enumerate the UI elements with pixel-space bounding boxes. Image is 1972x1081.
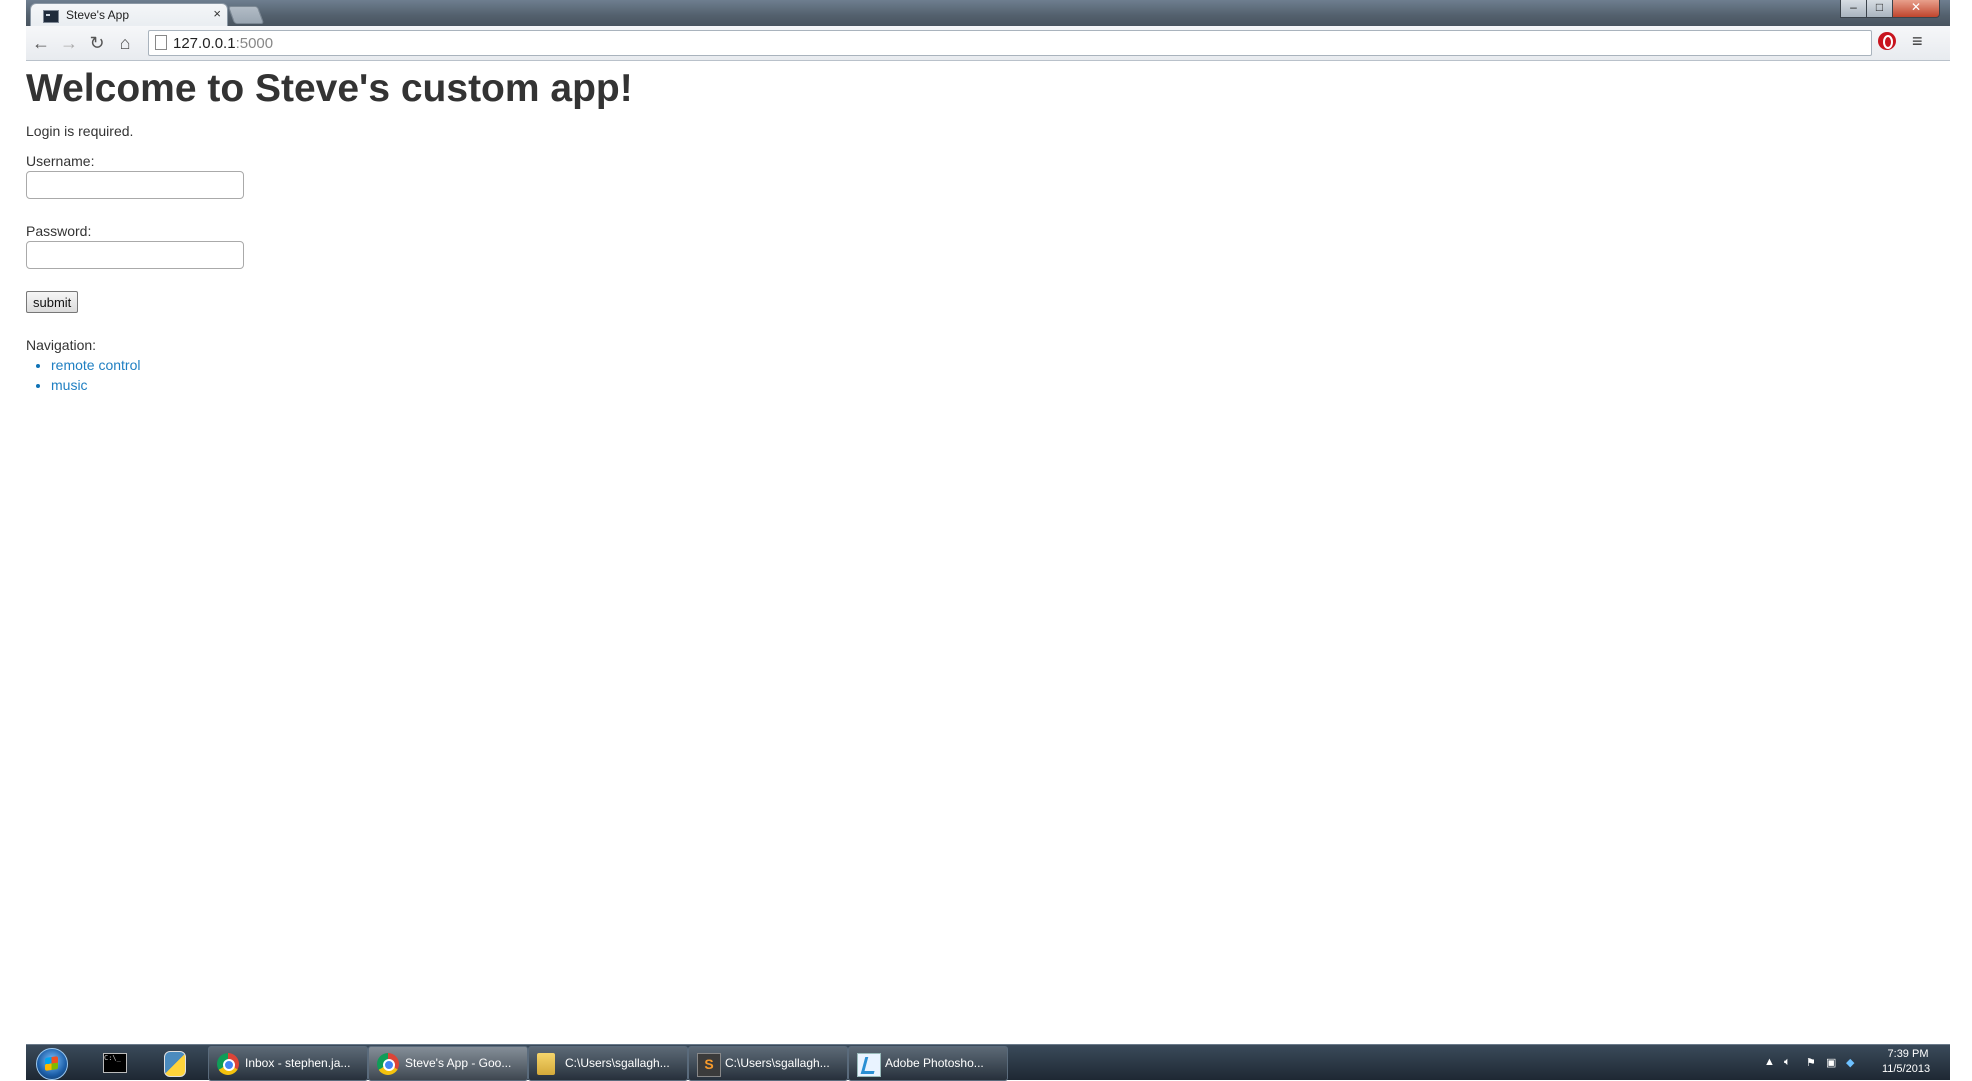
task-label: C:\Users\sgallagh... (725, 1056, 830, 1070)
address-bar[interactable]: 127.0.0.1:5000 ★ (148, 30, 1972, 59)
screen: Steve's App × – □ ✕ ← → ↻ ⌂ 127.0.0.1:50… (0, 0, 1972, 1081)
home-icon[interactable]: ⌂ (114, 32, 136, 54)
task-label: C:\Users\sgallagh... (565, 1056, 670, 1070)
task-label: Inbox - stephen.ja... (245, 1056, 351, 1070)
folder-icon (537, 1053, 555, 1075)
password-label: Password: (26, 223, 92, 239)
title-bar: Steve's App × – □ ✕ (26, 0, 1950, 27)
chrome-icon (377, 1053, 399, 1075)
screen-bezel (0, 0, 26, 1080)
menu-icon[interactable]: ≡ (1912, 31, 1923, 52)
extension-icon[interactable] (1878, 32, 1896, 50)
list-item: music (51, 375, 140, 395)
tab-steves-app[interactable]: Steve's App × (30, 3, 228, 27)
taskbar-task-steves-app[interactable]: Steve's App - Goo... (368, 1046, 528, 1081)
system-tray: ▲ 🔈︎ ⚑ ▣ ◆ 7:39 PM 11/5/2013 (1756, 1045, 1950, 1080)
show-hidden-icons-icon[interactable]: ▲ (1764, 1056, 1775, 1068)
taskbar-task-explorer[interactable]: C:\Users\sgallagh... (528, 1046, 688, 1081)
close-window-button[interactable]: ✕ (1892, 0, 1940, 18)
page-title: Welcome to Steve's custom app! (26, 67, 633, 110)
tab-close-icon[interactable]: × (213, 6, 221, 21)
dropbox-icon[interactable]: ◆ (1846, 1056, 1854, 1069)
page-icon (155, 35, 167, 50)
volume-icon[interactable]: 🔈︎ (1784, 1056, 1791, 1069)
action-center-flag-icon[interactable]: ⚑ (1806, 1056, 1816, 1069)
clock-date[interactable]: 11/5/2013 (1874, 1063, 1938, 1075)
windows-logo-icon (36, 1048, 68, 1080)
submit-button[interactable]: submit (26, 291, 79, 313)
minimize-button[interactable]: – (1840, 0, 1867, 18)
list-item: remote control (51, 355, 140, 375)
new-tab-button[interactable] (227, 6, 265, 24)
password-input[interactable] (26, 241, 244, 269)
taskbar-python[interactable] (152, 1048, 196, 1078)
reload-icon[interactable]: ↻ (86, 32, 108, 54)
url-text[interactable]: 127.0.0.1:5000 (173, 35, 273, 52)
taskbar-task-photoshop[interactable]: Adobe Photosho... (848, 1046, 1008, 1081)
taskbar-cmd[interactable]: C:\_ (92, 1048, 136, 1078)
forward-arrow-icon[interactable]: → (58, 32, 80, 54)
terminal-favicon-icon (43, 10, 59, 23)
task-label: Steve's App - Goo... (405, 1056, 512, 1070)
back-arrow-icon[interactable]: ← (30, 32, 52, 54)
python-icon (164, 1051, 186, 1077)
photoshop-icon (857, 1053, 881, 1077)
taskbar-task-sublime[interactable]: S C:\Users\sgallagh... (688, 1046, 848, 1081)
username-input[interactable] (26, 171, 244, 199)
username-label: Username: (26, 153, 95, 169)
nav-link-music[interactable]: music (51, 377, 88, 393)
login-message: Login is required. (26, 123, 134, 139)
command-prompt-icon: C:\_ (103, 1053, 127, 1073)
page-content: Welcome to Steve's custom app! Login is … (26, 61, 1950, 1044)
task-label: Adobe Photosho... (885, 1056, 984, 1070)
tab-title: Steve's App (66, 8, 129, 22)
browser-toolbar: ← → ↻ ⌂ 127.0.0.1:5000 ★ ≡ (26, 26, 1972, 61)
start-button[interactable] (32, 1045, 70, 1080)
url-port: :5000 (235, 35, 274, 52)
taskbar-task-inbox[interactable]: Inbox - stephen.ja... (208, 1046, 368, 1081)
clock-time[interactable]: 7:39 PM (1878, 1048, 1938, 1060)
taskbar: C:\_ Inbox - stephen.ja... Steve's App -… (26, 1044, 1950, 1081)
browser-window: Steve's App × – □ ✕ ← → ↻ ⌂ 127.0.0.1:50… (26, 0, 1972, 1044)
navigation-label: Navigation: (26, 337, 97, 353)
nav-link-remote-control[interactable]: remote control (51, 357, 140, 373)
url-host: 127.0.0.1 (173, 35, 236, 52)
sublime-text-icon: S (697, 1053, 721, 1077)
maximize-button[interactable]: □ (1866, 0, 1893, 18)
navigation-list: remote control music (26, 355, 140, 395)
device-icon[interactable]: ▣ (1826, 1056, 1836, 1069)
chrome-icon (217, 1053, 239, 1075)
